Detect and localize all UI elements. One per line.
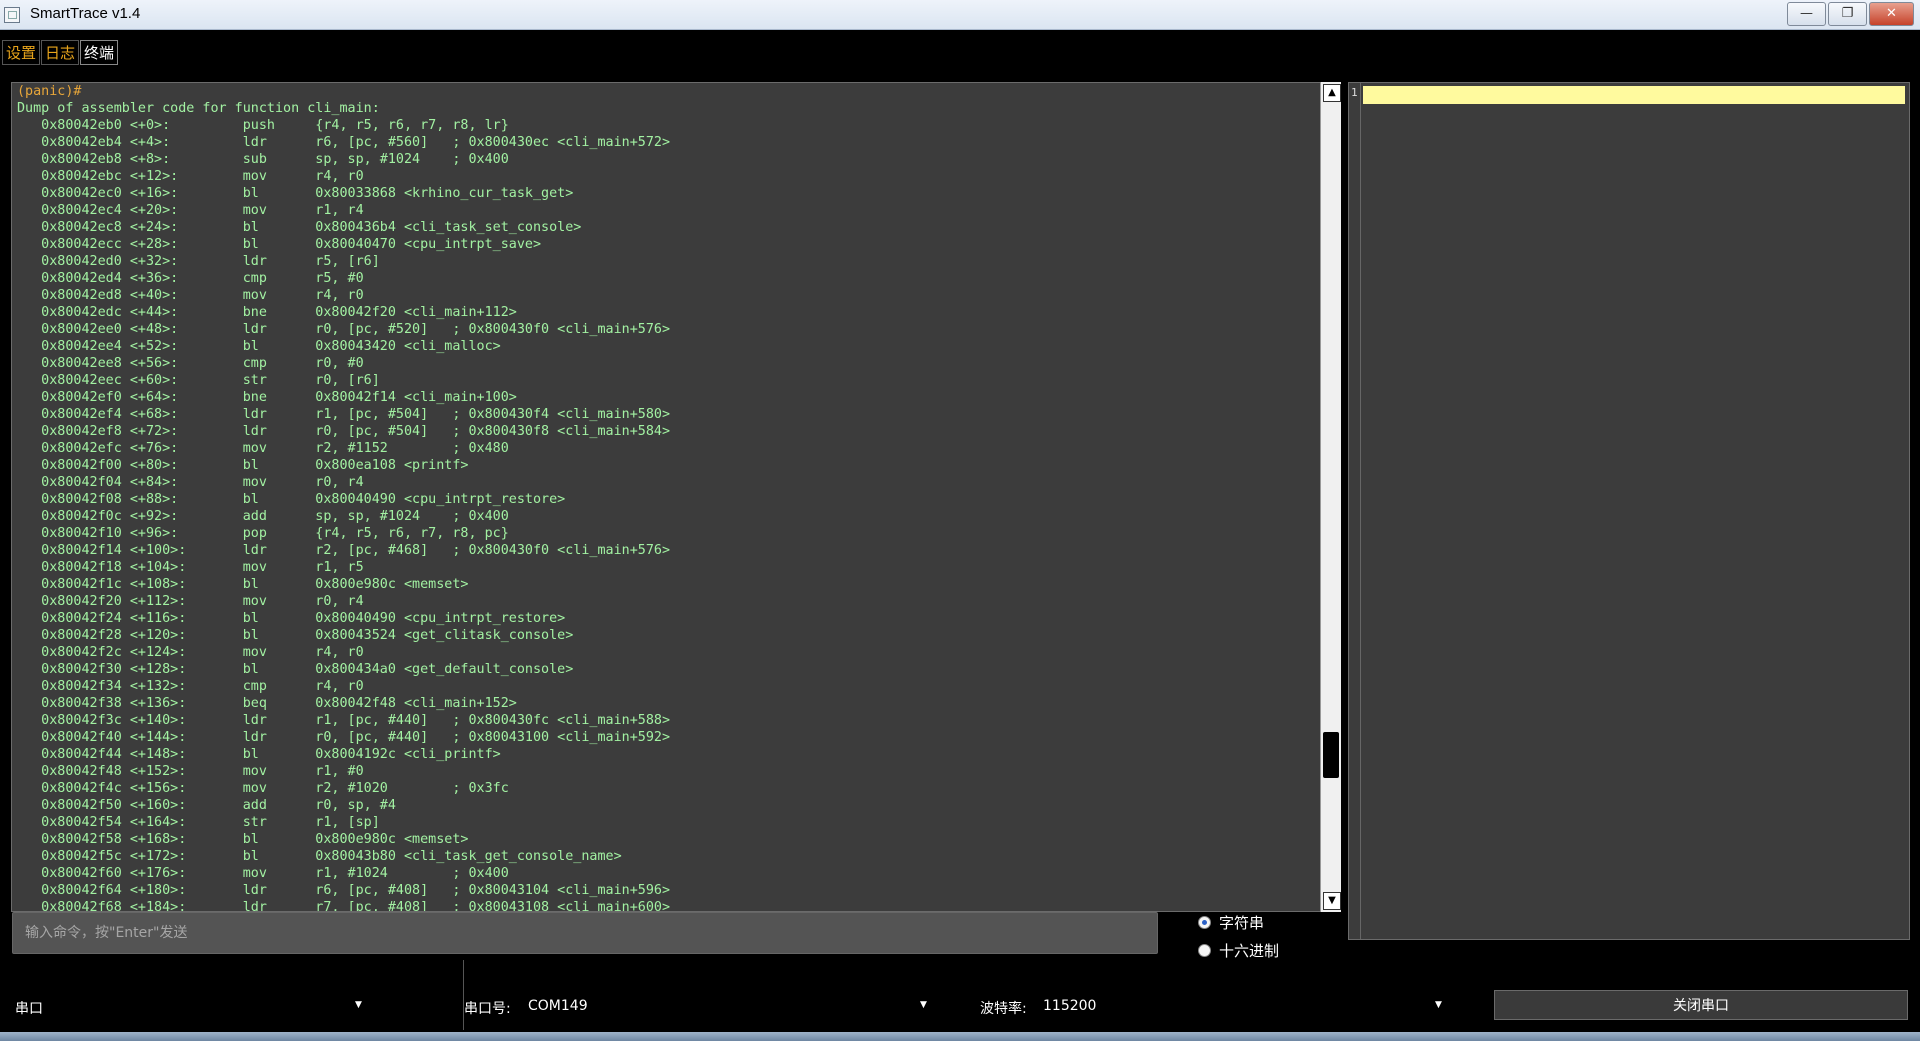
- chevron-down-icon[interactable]: ▼: [1435, 1000, 1442, 1010]
- port-number-label: 串口号:: [464, 1001, 511, 1017]
- chevron-down-icon[interactable]: ▼: [920, 1000, 927, 1010]
- scroll-up-arrow-icon[interactable]: ▲: [1323, 84, 1341, 102]
- tab-log[interactable]: 日志: [41, 40, 80, 65]
- close-button[interactable]: ✕: [1869, 2, 1914, 26]
- command-input[interactable]: [12, 912, 1158, 954]
- tab-terminal[interactable]: 终端: [80, 40, 119, 65]
- port-type-select[interactable]: 串口: [15, 998, 43, 1018]
- tab-bar: 设置 日志 终端: [2, 40, 119, 65]
- taskbar: [0, 1032, 1920, 1041]
- disassembly-listing: Dump of assembler code for function cli_…: [17, 101, 671, 912]
- baud-rate-select[interactable]: 115200: [1043, 998, 1096, 1014]
- terminal-output[interactable]: (panic)# Dump of assembler code for func…: [11, 82, 1323, 912]
- radio-selected-icon[interactable]: [1198, 916, 1211, 929]
- port-number-select[interactable]: COM149: [528, 998, 588, 1014]
- editor-panel[interactable]: 1: [1348, 82, 1910, 940]
- radio-string-label: 字符串: [1219, 914, 1265, 932]
- terminal-prompt: (panic)#: [17, 84, 82, 99]
- window-controls: — ❐ ✕: [1787, 2, 1914, 26]
- app-icon: [4, 7, 20, 23]
- radio-unselected-icon[interactable]: [1198, 944, 1211, 957]
- terminal-scrollbar[interactable]: ▲ ▼: [1320, 82, 1341, 912]
- line-number-gutter: 1: [1349, 83, 1361, 939]
- radio-string-mode[interactable]: 字符串: [1198, 912, 1264, 933]
- divider: [463, 960, 464, 1030]
- chevron-down-icon[interactable]: ▼: [355, 1000, 362, 1010]
- close-port-button[interactable]: 关闭串口: [1494, 990, 1908, 1020]
- scroll-down-arrow-icon[interactable]: ▼: [1323, 892, 1341, 910]
- radio-hex-mode[interactable]: 十六进制: [1198, 940, 1279, 961]
- radio-hex-label: 十六进制: [1219, 942, 1280, 960]
- restore-button[interactable]: ❐: [1828, 2, 1867, 26]
- current-line-highlight[interactable]: [1363, 86, 1905, 104]
- tab-settings[interactable]: 设置: [2, 40, 41, 65]
- title-bar: SmartTrace v1.4 — ❐ ✕: [0, 0, 1920, 30]
- baud-rate-label: 波特率:: [980, 1001, 1027, 1017]
- line-number: 1: [1351, 86, 1358, 99]
- minimize-button[interactable]: —: [1787, 2, 1826, 26]
- window-title: SmartTrace v1.4: [30, 5, 141, 22]
- terminal-text: (panic)# Dump of assembler code for func…: [17, 83, 671, 912]
- scrollbar-thumb[interactable]: [1323, 732, 1339, 778]
